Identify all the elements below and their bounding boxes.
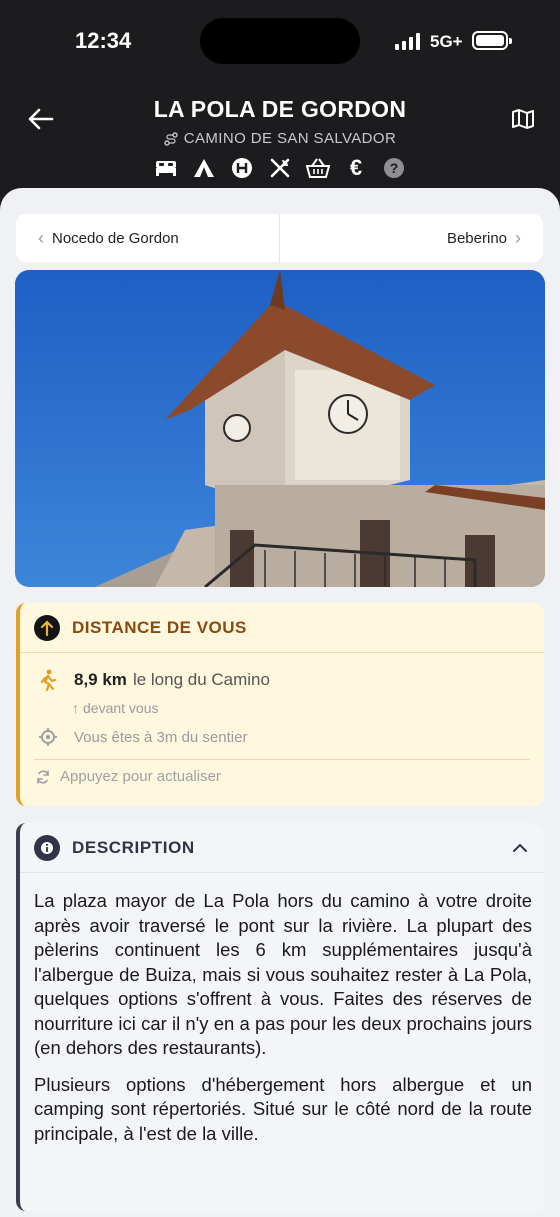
page-title: LA POLA DE GORDON — [153, 96, 407, 122]
route-name: CAMINO DE SAN SALVADOR — [183, 130, 397, 147]
dynamic-island — [200, 18, 360, 64]
shopping-basket-icon[interactable] — [306, 156, 330, 180]
route-icon — [164, 131, 178, 146]
offpath-row: Vous êtes à 3m du sentier — [38, 727, 247, 747]
description-card: DESCRIPTION La plaza mayor de La Pola ho… — [16, 823, 544, 1211]
info-icon — [34, 834, 60, 861]
arrow-up-small-icon: ↑ — [72, 700, 79, 716]
content-sheet: ‹ Nocedo de Gordon Beberino › DISTANCE D… — [0, 188, 560, 1217]
status-bar: 12:34 5G+ — [0, 0, 560, 82]
app-header: LA POLA DE GORDON CAMINO DE SAN SALVADOR… — [0, 82, 560, 192]
distance-along-row: 8,9 km le long du Camino — [38, 669, 270, 691]
battery-icon — [472, 31, 512, 50]
description-card-title: DESCRIPTION — [72, 837, 195, 857]
help-icon[interactable]: ? — [382, 156, 406, 180]
town-photo[interactable] — [15, 270, 545, 587]
refresh-icon — [37, 769, 49, 784]
distance-value: 8,9 km — [74, 670, 127, 689]
description-paragraph: La plaza mayor de La Pola hors du camino… — [34, 890, 532, 1058]
next-town-label: Beberino — [446, 229, 507, 247]
signal-icon — [395, 32, 420, 50]
euro-icon[interactable]: € — [344, 155, 368, 180]
previous-town-button[interactable]: ‹ Nocedo de Gordon — [16, 214, 280, 262]
tent-icon[interactable] — [192, 156, 216, 180]
offpath-label: Vous êtes à 3m du sentier — [74, 728, 248, 746]
refresh-button[interactable]: Appuyez pour actualiser — [36, 768, 221, 785]
description-paragraph: Plusieurs options d'hébergement hors alb… — [34, 1073, 532, 1144]
ahead-row: ↑ devant vous — [72, 700, 159, 716]
amenities-row: € ? — [0, 155, 560, 180]
restaurant-icon[interactable] — [268, 156, 292, 180]
next-town-button[interactable]: Beberino › — [280, 214, 543, 262]
hotel-h-icon[interactable] — [230, 156, 254, 180]
chevron-right-icon: › — [515, 227, 521, 248]
distance-card[interactable]: DISTANCE DE VOUS 8,9 km le long du Camin… — [16, 603, 544, 806]
stage-navigation: ‹ Nocedo de Gordon Beberino › — [16, 214, 543, 262]
clock-tower-photo — [15, 270, 545, 587]
chevron-left-icon: ‹ — [38, 227, 44, 248]
refresh-label: Appuyez pour actualiser — [60, 768, 221, 785]
distance-card-title: DISTANCE DE VOUS — [72, 617, 247, 637]
route-subtitle: CAMINO DE SAN SALVADOR — [0, 130, 560, 147]
bed-icon[interactable] — [154, 156, 178, 180]
chevron-up-icon[interactable] — [508, 836, 532, 860]
previous-town-label: Nocedo de Gordon — [52, 229, 179, 247]
distance-along-label: le long du Camino — [132, 670, 270, 689]
description-card-header[interactable]: DESCRIPTION — [20, 823, 544, 873]
ahead-label: devant vous — [83, 700, 159, 716]
arrow-up-icon — [34, 614, 60, 641]
network-type: 5G+ — [430, 32, 463, 51]
map-icon — [512, 109, 534, 129]
svg-text:?: ? — [390, 160, 399, 176]
distance-card-header: DISTANCE DE VOUS — [20, 603, 544, 653]
map-button[interactable] — [508, 104, 538, 134]
status-time: 12:34 — [75, 28, 132, 53]
location-target-icon — [39, 728, 57, 746]
distance-divider — [34, 759, 530, 760]
walking-person-icon — [40, 669, 57, 691]
description-body: La plaza mayor de La Pola hors du camino… — [20, 873, 544, 1146]
